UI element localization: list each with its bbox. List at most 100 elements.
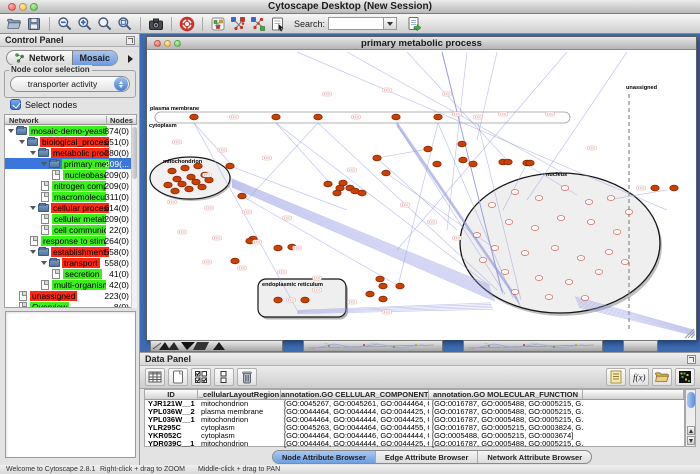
tab-edge-attribute-browser[interactable]: Edge Attribute Browser [375,451,477,463]
zoom-in-button[interactable] [75,15,95,33]
network-window-titlebar[interactable]: primary metabolic process [147,37,696,50]
network-node[interactable] [379,296,387,302]
network-node-outline[interactable] [565,280,573,285]
network-node-outline[interactable] [581,296,589,301]
tree-row[interactable]: cell communicat22(0) [5,224,136,235]
tree-row[interactable]: nitrogen compo209(0) [5,180,136,191]
column-header[interactable]: _cellularLayoutRegion [198,390,281,399]
network-node[interactable] [301,297,309,303]
network-node[interactable] [392,114,400,120]
select-nodes-checkbox[interactable] [10,99,21,110]
minimize-view-icon[interactable] [164,40,171,47]
tab-network[interactable]: Network [7,51,72,65]
close-view-icon[interactable] [154,40,161,47]
tree-scrollbar[interactable] [131,125,137,308]
network-node-outline[interactable] [625,210,633,215]
scroll-up-button[interactable] [687,426,695,435]
expand-arrow-icon[interactable] [30,151,36,155]
table-scrollbar[interactable] [685,389,696,447]
tree-row[interactable]: cellular process614(0) [5,202,136,213]
network-node[interactable] [192,179,200,185]
column-header[interactable]: ID [145,390,198,399]
table-row[interactable]: YLR295Ccytoplasm[GO:0045263, GO:0044464,… [145,424,684,432]
network-node-outline[interactable] [587,220,595,225]
layout-organic-button[interactable] [248,15,268,33]
tree-row[interactable]: nucleobase-209(0) [5,169,136,180]
import-attributes-button[interactable] [404,15,424,33]
close-window-icon[interactable] [8,3,16,11]
expand-arrow-icon[interactable] [30,206,36,210]
network-node[interactable] [376,276,384,282]
network-node[interactable] [274,245,282,251]
tab-network-attribute-browser[interactable]: Network Attribute Browser [477,451,591,463]
network-node[interactable] [226,163,234,169]
expand-arrow-icon[interactable] [8,129,14,133]
minimized-window[interactable] [463,340,603,352]
network-node[interactable] [181,165,189,171]
network-node[interactable] [168,168,176,174]
network-node[interactable] [424,146,432,152]
network-node[interactable] [526,160,534,166]
network-node[interactable] [178,181,186,187]
network-node[interactable] [382,170,390,176]
network-node[interactable] [238,193,246,199]
minimized-window[interactable] [150,340,283,352]
network-canvas[interactable]: plasma membranecytoplasmmitochondrionnuc… [147,50,696,340]
tree-row[interactable]: macromolecule311(0) [5,191,136,202]
expand-arrow-icon[interactable] [30,250,36,254]
network-node-outline[interactable] [511,190,519,195]
network-node-outline[interactable] [479,258,487,263]
network-node[interactable] [459,157,467,163]
network-node-outline[interactable] [557,216,565,221]
tree-row[interactable]: transport558(0) [5,257,136,268]
network-node[interactable] [458,141,466,147]
tree-row[interactable]: establishment of lo558(0) [5,246,136,257]
tree-row[interactable]: metabolic process280(0) [5,147,136,158]
minimized-window[interactable] [623,340,658,352]
network-node[interactable] [670,185,678,191]
float-data-panel-icon[interactable] [687,355,696,364]
tree-row[interactable]: multi-organism pro42(0) [5,279,136,290]
zoom-out-button[interactable] [55,15,75,33]
network-node[interactable] [198,184,206,190]
tab-mosaic[interactable]: Mosaic [72,51,118,65]
tree-row[interactable]: response to stimulu264(0) [5,235,136,246]
network-node[interactable] [396,283,404,289]
minimize-window-icon[interactable] [19,3,27,11]
network-node[interactable] [651,185,659,191]
network-node[interactable] [373,155,381,161]
float-panel-icon[interactable] [126,36,135,45]
network-overview-button[interactable] [208,15,228,33]
expand-arrow-icon[interactable] [19,140,25,144]
network-node[interactable] [171,188,179,194]
function-builder-button[interactable]: f(x) [629,368,649,386]
network-node[interactable] [339,180,347,186]
expand-arrow-icon[interactable] [41,162,47,166]
matrix-view-button[interactable] [675,368,695,386]
network-node-outline[interactable] [621,260,629,265]
tab-overflow-icon[interactable] [128,55,133,63]
network-node[interactable] [366,291,374,297]
network-node-outline[interactable] [595,270,603,275]
network-node[interactable] [433,161,441,167]
network-node[interactable] [314,114,322,120]
network-node[interactable] [324,181,332,187]
network-node[interactable] [185,186,193,192]
tree-row[interactable]: primary metabo209(... [5,158,136,169]
network-node-outline[interactable] [511,290,519,295]
network-node-outline[interactable] [535,196,543,201]
network-node-outline[interactable] [613,230,621,235]
notes-button[interactable] [606,368,626,386]
network-node[interactable] [164,182,172,188]
network-node-outline[interactable] [607,196,615,201]
select-attributes-button[interactable] [191,368,211,386]
network-node[interactable] [469,161,477,167]
tree-row[interactable]: biological_process651(0) [5,136,136,147]
network-node-outline[interactable] [561,186,569,191]
table-row[interactable]: YPL036W__1mitochondrion[GO:0044464, GO:0… [145,416,684,424]
network-node[interactable] [205,177,213,183]
tree-row[interactable]: mosaic-demo-yeast874(0) [5,125,136,136]
network-node-outline[interactable] [577,256,585,261]
tree-row[interactable]: Overview8(0) [5,301,136,308]
zoom-selected-button[interactable] [95,15,115,33]
